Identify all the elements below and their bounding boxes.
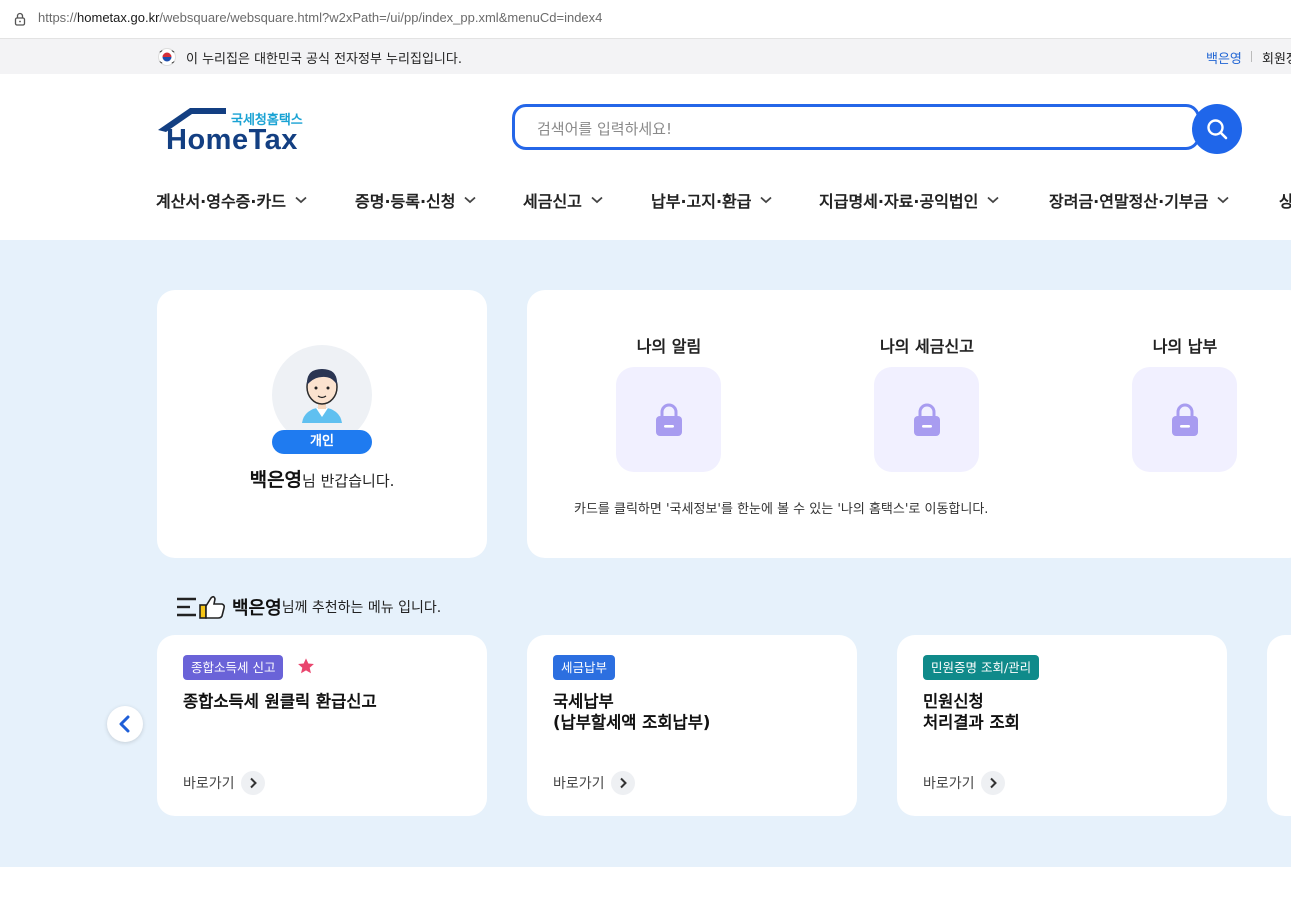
search-box[interactable] bbox=[512, 104, 1200, 150]
carousel-prev-button[interactable] bbox=[107, 706, 143, 742]
card-title-line2: (납부할세액 조회납부) bbox=[553, 713, 711, 732]
my-hometax-note: 카드를 클릭하면 '국세정보'를 한눈에 볼 수 있는 '나의 홈택스'로 이동… bbox=[574, 502, 989, 517]
nav-item-payment[interactable]: 납부·고지·환급 bbox=[651, 188, 773, 212]
chevron-right-icon bbox=[249, 777, 257, 789]
chevron-right-icon bbox=[989, 777, 997, 789]
korea-flag-icon bbox=[158, 48, 176, 66]
recommend-title-suffix: 님께 추천하는 메뉴 입니다. bbox=[281, 600, 442, 616]
nav-item-label: 장려금·연말정산·기부금 bbox=[1049, 192, 1209, 211]
card-title-line2: 처리결과 조회 bbox=[923, 713, 1020, 732]
goto-link[interactable]: 바로가기 bbox=[923, 771, 1005, 795]
goto-arrow bbox=[240, 771, 265, 795]
nav-item-incentive[interactable]: 장려금·연말정산·기부금 bbox=[1049, 188, 1229, 212]
thumbs-up-icon bbox=[177, 595, 226, 619]
category-tag: 세금납부 bbox=[553, 655, 616, 680]
recommend-heading: 백은영 님께 추천하는 메뉴 입니다. bbox=[176, 593, 441, 621]
my-payment-tile[interactable] bbox=[1132, 367, 1237, 472]
user-type-badge: 개인 bbox=[272, 430, 372, 454]
card-title-line1: 국세납부 bbox=[553, 692, 614, 711]
gov-banner: 이 누리집은 대한민국 공식 전자정부 누리집입니다. 백은영 회원정 bbox=[0, 39, 1291, 74]
category-tag: 종합소득세 신고 bbox=[183, 655, 284, 680]
browser-address-bar[interactable]: https://hometax.go.kr/websquare/websquar… bbox=[0, 0, 1291, 39]
hometax-logo[interactable]: 국세청홈택스 HomeTax bbox=[156, 104, 316, 156]
my-alerts-title: 나의 알림 bbox=[636, 337, 702, 356]
chevron-left-icon bbox=[119, 715, 130, 733]
my-tax-report-title: 나의 세금신고 bbox=[880, 337, 974, 356]
goto-arrow bbox=[980, 771, 1005, 795]
category-tag: 민원증명 조회/관리 bbox=[923, 655, 1040, 680]
member-info-link[interactable]: 회원정 bbox=[1262, 48, 1291, 67]
nav-item-label: 지급명세·자료·공익법인 bbox=[819, 192, 979, 211]
card-title: 종합소득세 원클릭 환급신고 bbox=[183, 691, 377, 712]
logo-big-text: HomeTax bbox=[166, 124, 298, 156]
my-tax-report-tile[interactable] bbox=[874, 367, 979, 472]
favorite-star-icon[interactable] bbox=[297, 657, 315, 675]
recommend-card-tax-payment[interactable]: 세금납부 국세납부 (납부할세액 조회납부) 바로가기 bbox=[527, 635, 857, 816]
goto-arrow bbox=[610, 771, 635, 795]
chevron-right-icon bbox=[619, 777, 627, 789]
goto-label: 바로가기 bbox=[183, 776, 235, 792]
nav-item-label: 증명·등록·신청 bbox=[355, 192, 456, 211]
gov-banner-text: 이 누리집은 대한민국 공식 전자정부 누리집입니다. bbox=[186, 52, 462, 67]
search-input[interactable] bbox=[535, 116, 1159, 142]
url-text[interactable]: https://hometax.go.kr/websquare/websquar… bbox=[38, 10, 602, 25]
nav-item-certificate[interactable]: 증명·등록·신청 bbox=[355, 188, 477, 212]
nav-item-label: 세금신고 bbox=[523, 192, 582, 211]
nav-item-statement[interactable]: 지급명세·자료·공익법인 bbox=[819, 188, 999, 212]
greeting-suffix: 님 반갑습니다. bbox=[302, 472, 395, 490]
nav-item-tax-report[interactable]: 세금신고 bbox=[523, 188, 603, 212]
recommend-card-civil-petition[interactable]: 민원증명 조회/관리 민원신청처리결과 조회 바로가기 bbox=[897, 635, 1227, 816]
search-button[interactable] bbox=[1192, 104, 1242, 154]
card-title: 민원신청처리결과 조회 bbox=[923, 691, 1020, 733]
goto-label: 바로가기 bbox=[553, 776, 605, 792]
card-title-line1: 종합소득세 원클릭 환급신고 bbox=[183, 692, 377, 711]
main-content: 개인 백은영님 반갑습니다. 나의 알림 나의 세금신고 나의 납부 카드를 클… bbox=[0, 240, 1291, 867]
lock-icon bbox=[1171, 403, 1198, 436]
card-title-line1: 민원신청 bbox=[923, 692, 984, 711]
goto-label: 바로가기 bbox=[923, 776, 975, 792]
chevron-down-icon bbox=[591, 196, 603, 204]
my-hometax-card[interactable]: 나의 알림 나의 세금신고 나의 납부 카드를 클릭하면 '국세정보'를 한눈에… bbox=[527, 290, 1291, 558]
lock-icon bbox=[913, 403, 940, 436]
chevron-down-icon bbox=[1217, 196, 1229, 204]
nav-item-label: 계산서·영수증·카드 bbox=[156, 192, 286, 211]
divider bbox=[1251, 51, 1252, 62]
goto-link[interactable]: 바로가기 bbox=[183, 771, 265, 795]
chevron-down-icon bbox=[295, 196, 307, 204]
my-payment-title: 나의 납부 bbox=[1152, 337, 1218, 356]
recommend-card-partial[interactable] bbox=[1267, 635, 1291, 816]
user-name-link[interactable]: 백은영 bbox=[1206, 48, 1242, 67]
nav-item-invoice[interactable]: 계산서·영수증·카드 bbox=[156, 188, 307, 212]
site-header: 국세청홈택스 HomeTax 계산서·영수증·카드 증명·등록·신청 세금신고 … bbox=[0, 74, 1291, 241]
nav-item-label: 납부·고지·환급 bbox=[651, 192, 752, 211]
recommend-user-name: 백은영 bbox=[232, 598, 282, 619]
greeting-text: 백은영님 반갑습니다. bbox=[157, 465, 487, 492]
nav-item-more[interactable]: 상 bbox=[1279, 188, 1291, 212]
profile-card[interactable]: 개인 백은영님 반갑습니다. bbox=[157, 290, 487, 558]
search-icon bbox=[1207, 119, 1228, 140]
chevron-down-icon bbox=[760, 196, 773, 204]
goto-link[interactable]: 바로가기 bbox=[553, 771, 635, 795]
nav-item-label: 상 bbox=[1279, 192, 1291, 211]
recommend-card-income-tax[interactable]: 종합소득세 신고 종합소득세 원클릭 환급신고 바로가기 bbox=[157, 635, 487, 816]
card-title: 국세납부 (납부할세액 조회납부) bbox=[553, 691, 710, 733]
chevron-down-icon bbox=[987, 196, 999, 204]
chevron-down-icon bbox=[464, 196, 477, 204]
my-alerts-tile[interactable] bbox=[616, 367, 721, 472]
lock-icon bbox=[14, 12, 26, 26]
profile-user-name: 백은영 bbox=[249, 469, 303, 491]
lock-icon bbox=[655, 403, 682, 436]
